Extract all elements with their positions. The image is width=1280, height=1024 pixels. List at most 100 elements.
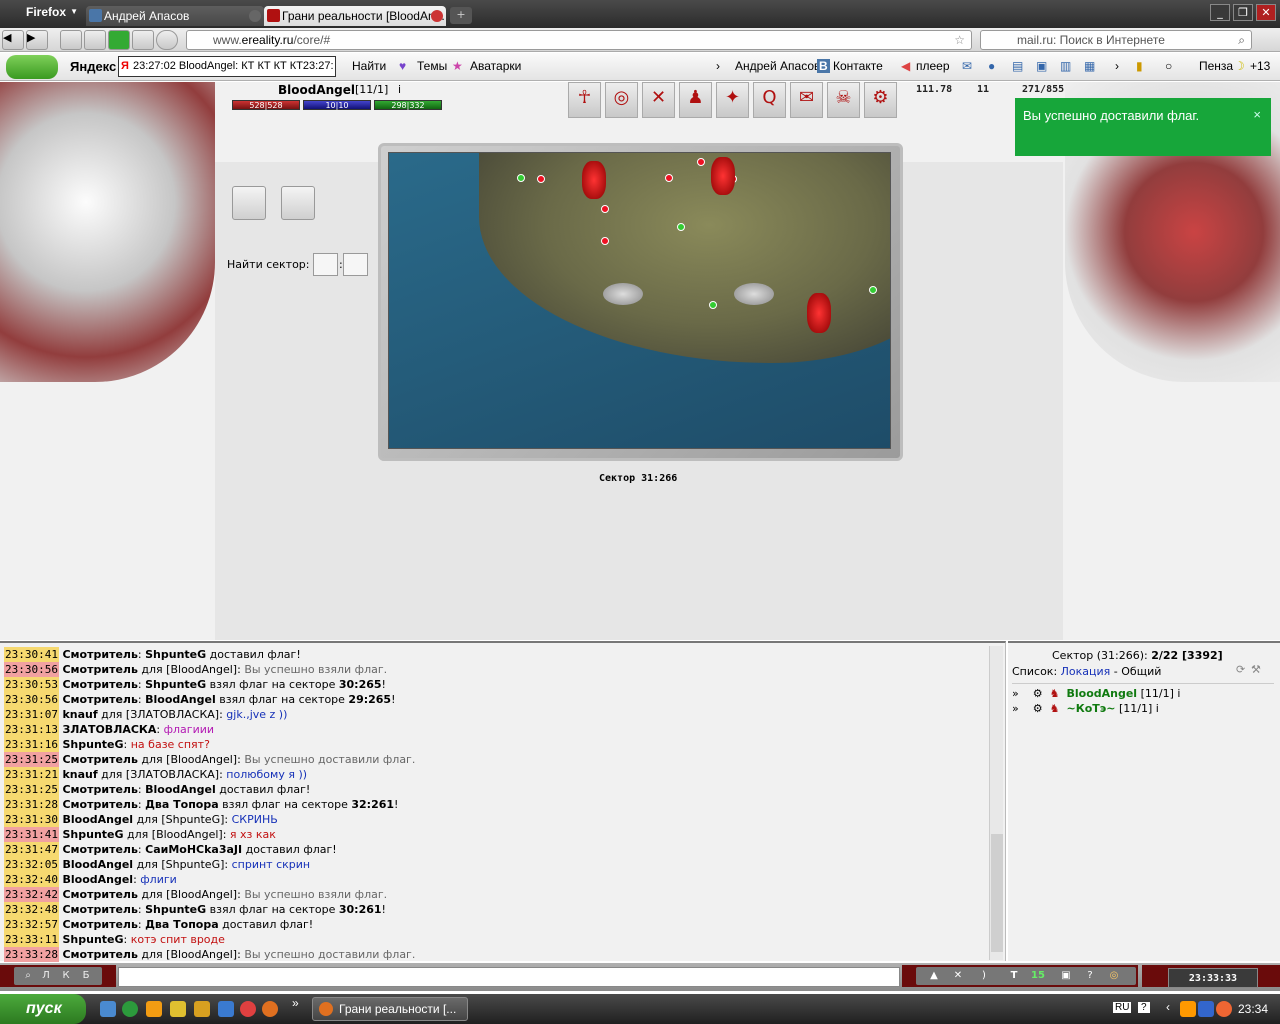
chat-timestamp[interactable]: 23:33:11: [4, 932, 59, 947]
sector-y-input[interactable]: [343, 253, 368, 276]
chat-nick[interactable]: BloodAngel: [145, 783, 216, 796]
chat-nick[interactable]: Смотритель: [62, 678, 137, 691]
clan-icon[interactable]: ♟: [679, 82, 712, 118]
chat-nick[interactable]: 30:265: [339, 678, 382, 691]
firefox-icon[interactable]: [262, 1001, 278, 1017]
url-bar[interactable]: www.ereality.ru/core/# ☆: [186, 30, 972, 50]
coins-icon[interactable]: ◎: [1104, 966, 1124, 986]
clear-icon[interactable]: ✕: [948, 966, 968, 986]
vk-button[interactable]: Контакте: [833, 59, 883, 73]
chat-nick[interactable]: BloodAngel: [62, 858, 133, 871]
scroll-thumb[interactable]: [991, 834, 1003, 952]
font-size-button[interactable]: 15: [1028, 966, 1048, 986]
chat-nick[interactable]: Смотритель: [62, 663, 137, 676]
video-icon[interactable]: ▥: [1060, 59, 1071, 73]
icq-icon[interactable]: [122, 1001, 138, 1017]
chat-input[interactable]: [118, 967, 900, 987]
user-name[interactable]: BloodAngel: [1066, 687, 1137, 700]
player-marker-green[interactable]: [709, 301, 717, 309]
chat-nick[interactable]: CaиMoHCka3aJI: [145, 843, 242, 856]
chat-timestamp[interactable]: 23:31:41: [4, 827, 59, 842]
chat-nick[interactable]: ShpunteG: [145, 678, 206, 691]
forward-button[interactable]: ▶: [26, 30, 48, 50]
start-button[interactable]: пуск: [0, 994, 86, 1024]
themes-button[interactable]: Темы: [417, 59, 447, 73]
flag-marker-red[interactable]: [537, 175, 545, 183]
yandex-search-input[interactable]: Я 23:27:02 BloodAngel: КТ КТ КТ КТ23:27:: [118, 56, 336, 77]
chat-nick[interactable]: 32:261: [351, 798, 394, 811]
chat-nick[interactable]: Смотритель: [62, 948, 137, 961]
chrome-icon[interactable]: [240, 1001, 256, 1017]
search-icon[interactable]: ⌕: [18, 966, 38, 986]
news-icon[interactable]: ▤: [1012, 59, 1023, 73]
info-icon[interactable]: i: [1156, 702, 1159, 715]
chat-timestamp[interactable]: 23:30:53: [4, 677, 59, 692]
chat-filter-b[interactable]: Б: [76, 966, 96, 986]
chat-timestamp[interactable]: 23:30:56: [4, 662, 59, 677]
flag-marker-red[interactable]: [601, 237, 609, 245]
chat-timestamp[interactable]: 23:31:47: [4, 842, 59, 857]
chat-timestamp[interactable]: 23:30:41: [4, 647, 59, 662]
player-button[interactable]: плеер: [916, 59, 950, 73]
person-icon[interactable]: ●: [988, 59, 995, 73]
chat-nick[interactable]: 29:265: [348, 693, 391, 706]
find-button[interactable]: Найти: [352, 59, 386, 73]
wrench-icon[interactable]: ⚒: [1251, 663, 1261, 676]
chevron-right-icon[interactable]: »: [292, 996, 299, 1010]
mail-icon[interactable]: ✉: [962, 59, 972, 73]
chat-timestamp[interactable]: 23:31:30: [4, 812, 59, 827]
chat-nick[interactable]: BloodAngel: [62, 873, 133, 886]
chat-nick[interactable]: Смотритель: [62, 843, 137, 856]
tools-icon[interactable]: [84, 30, 106, 50]
sector-map-icon[interactable]: [232, 186, 266, 220]
flag-marker-red[interactable]: [601, 205, 609, 213]
qip-icon[interactable]: [218, 1001, 234, 1017]
chat-nick[interactable]: Смотритель: [62, 903, 137, 916]
chat-nick[interactable]: ShpunteG: [145, 903, 206, 916]
chat-timestamp[interactable]: 23:31:21: [4, 767, 59, 782]
chat-nick[interactable]: ShpunteG: [62, 933, 123, 946]
chat-timestamp[interactable]: 23:31:16: [4, 737, 59, 752]
new-tab-button[interactable]: +: [450, 7, 472, 24]
tray-icon[interactable]: [1216, 1001, 1232, 1017]
player-marker-green[interactable]: [517, 174, 525, 182]
chat-timestamp[interactable]: 23:32:05: [4, 857, 59, 872]
program-icon[interactable]: [170, 1001, 186, 1017]
refresh-icon[interactable]: ⟳: [1236, 663, 1245, 676]
info-icon[interactable]: i: [1177, 687, 1180, 700]
screenshot-icon[interactable]: ▣: [1056, 966, 1076, 986]
chat-nick[interactable]: Смотритель: [62, 918, 137, 931]
chat-timestamp[interactable]: 23:31:25: [4, 752, 59, 767]
chat-timestamp[interactable]: 23:31:13: [4, 722, 59, 737]
chat-nick[interactable]: ShpunteG: [62, 738, 123, 751]
mail-icon[interactable]: ✉: [790, 82, 823, 118]
player-marker-green[interactable]: [677, 223, 685, 231]
chat-timestamp[interactable]: 23:30:56: [4, 692, 59, 707]
player-name[interactable]: BloodAngel: [278, 83, 355, 97]
list-common-link[interactable]: Общий: [1121, 665, 1161, 678]
chat-nick[interactable]: knauf: [62, 708, 97, 721]
flag-marker-red[interactable]: [665, 174, 673, 182]
quest-icon[interactable]: Q: [753, 82, 786, 118]
chat-nick[interactable]: BloodAngel: [62, 813, 133, 826]
desktop-icon[interactable]: [100, 1001, 116, 1017]
chat-scrollbar[interactable]: [989, 646, 1003, 960]
guild-icon[interactable]: ✦: [716, 82, 749, 118]
chat-nick[interactable]: ShpunteG: [145, 648, 206, 661]
taskbar-item-firefox[interactable]: Грани реальности [...: [312, 997, 468, 1021]
chat-nick[interactable]: Смотритель: [62, 753, 137, 766]
battle-icon[interactable]: ✕: [642, 82, 675, 118]
network-icon[interactable]: [1198, 1001, 1214, 1017]
chat-nick[interactable]: ShpunteG: [62, 828, 123, 841]
tray-icon[interactable]: [1180, 1001, 1196, 1017]
search-icon[interactable]: ⌕: [1238, 31, 1245, 49]
language-indicator[interactable]: RU: [1113, 1002, 1132, 1013]
sector-map[interactable]: [388, 152, 891, 449]
chat-bubble-icon[interactable]: ○: [1165, 59, 1172, 73]
chat-timestamp[interactable]: 23:32:42: [4, 887, 59, 902]
chat-filter-k[interactable]: К: [56, 966, 76, 986]
chat-nick[interactable]: Смотритель: [62, 693, 137, 706]
forum-icon[interactable]: ☠: [827, 82, 860, 118]
chevron-right-icon[interactable]: ›: [716, 59, 720, 73]
eye-icon[interactable]: [281, 186, 315, 220]
